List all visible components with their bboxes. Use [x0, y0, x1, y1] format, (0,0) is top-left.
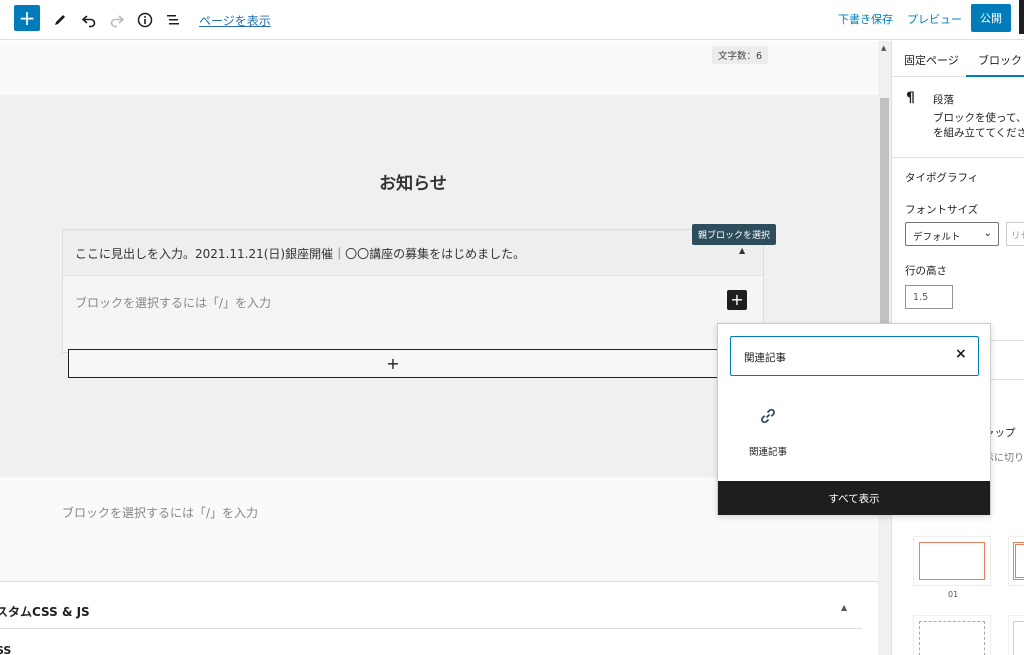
chevron-down-icon: ⌄	[983, 228, 992, 239]
sidebar-tabs: 固定ページ ブロック	[892, 41, 1024, 77]
block-placeholder[interactable]: ブロックを選択するには「/」を入力	[75, 294, 271, 311]
search-result-related-posts[interactable]: 関連記事	[738, 406, 798, 466]
block-name: 段落	[933, 94, 954, 106]
accordion-header[interactable]: ここに見出しを入力。2021.11.21(日)銀座開催｜〇〇講座の募集をはじめま…	[63, 230, 763, 276]
pencil-icon[interactable]	[48, 6, 72, 34]
custom-css-panel: スタムCSS & JS ▲ SS	[0, 581, 878, 655]
block-description-line: ブロックを使って、	[933, 112, 1024, 124]
show-all-button[interactable]: すべて表示	[718, 481, 990, 515]
list-view-icon[interactable]	[161, 6, 185, 34]
caret-up-icon[interactable]: ▲	[739, 246, 745, 255]
block-card: ¶ 段落 ブロックを使って、 を組み立ててくださ	[892, 78, 1024, 158]
caret-up-icon[interactable]: ▲	[841, 603, 847, 612]
preview-button[interactable]: プレビュー	[907, 11, 962, 27]
redo-icon[interactable]	[105, 6, 129, 34]
scroll-up-icon[interactable]: ▲	[881, 44, 886, 52]
css-subheading: SS	[0, 644, 12, 655]
block-description: ブロックを使って、 を組み立ててくださ	[933, 111, 1024, 141]
paragraph-placeholder[interactable]: ブロックを選択するには「/」を入力	[62, 504, 258, 521]
save-draft-button[interactable]: 下書き保存	[838, 11, 893, 27]
select-parent-tooltip[interactable]: 親ブロックを選択	[692, 224, 777, 245]
block-inserter-popover: 関連記事 × 関連記事 すべて表示	[717, 323, 991, 515]
custom-css-title[interactable]: スタムCSS & JS	[0, 603, 90, 620]
line-height-input[interactable]: 1.5	[905, 285, 953, 309]
block-appender-button[interactable]: +	[68, 349, 718, 378]
editor-toolbar: + ページを表示 下書き保存 プレビュー 公開	[0, 0, 1024, 40]
style-thumbnail[interactable]	[913, 615, 991, 655]
link-icon	[761, 408, 775, 424]
close-icon[interactable]: ×	[955, 346, 967, 362]
style-thumbnail-label: 01	[948, 590, 959, 599]
reset-button[interactable]: リセ	[1006, 222, 1024, 246]
search-value[interactable]: 関連記事	[744, 350, 786, 365]
word-count-badge: 文字数：6	[712, 46, 769, 64]
typography-panel-title[interactable]: タイポグラフィ	[905, 170, 978, 185]
settings-toggle-edge[interactable]	[1019, 0, 1024, 34]
block-search-input[interactable]: 関連記事 ×	[730, 336, 979, 376]
undo-icon[interactable]	[77, 6, 101, 34]
search-result-label: 関連記事	[748, 447, 787, 458]
font-size-label: フォントサイズ	[905, 204, 979, 216]
font-size-value: デフォルト	[913, 232, 961, 243]
info-icon[interactable]	[133, 6, 157, 34]
style-thumbnail[interactable]	[1008, 536, 1024, 586]
accordion-block[interactable]: ここに見出しを入力。2021.11.21(日)銀座開催｜〇〇講座の募集をはじめま…	[62, 229, 764, 353]
section-heading[interactable]: お知らせ	[0, 169, 826, 194]
add-block-button[interactable]: +	[14, 5, 40, 31]
style-thumbnail[interactable]	[913, 536, 991, 586]
line-height-label: 行の高さ	[905, 265, 947, 277]
tab-page[interactable]: 固定ページ	[904, 52, 959, 68]
style-thumbnail[interactable]	[1008, 615, 1024, 655]
view-page-link[interactable]: ページを表示	[199, 12, 271, 29]
publish-button[interactable]: 公開	[971, 4, 1011, 32]
block-description-line: を組み立ててくださ	[933, 127, 1024, 139]
tab-block[interactable]: ブロック	[966, 41, 1024, 77]
accordion-title[interactable]: ここに見出しを入力。2021.11.21(日)銀座開催｜〇〇講座の募集をはじめま…	[75, 245, 525, 262]
divider	[0, 628, 862, 629]
inline-add-block-button[interactable]: +	[727, 290, 747, 310]
paragraph-icon: ¶	[906, 90, 915, 106]
font-size-select[interactable]: デフォルト ⌄	[905, 222, 999, 246]
